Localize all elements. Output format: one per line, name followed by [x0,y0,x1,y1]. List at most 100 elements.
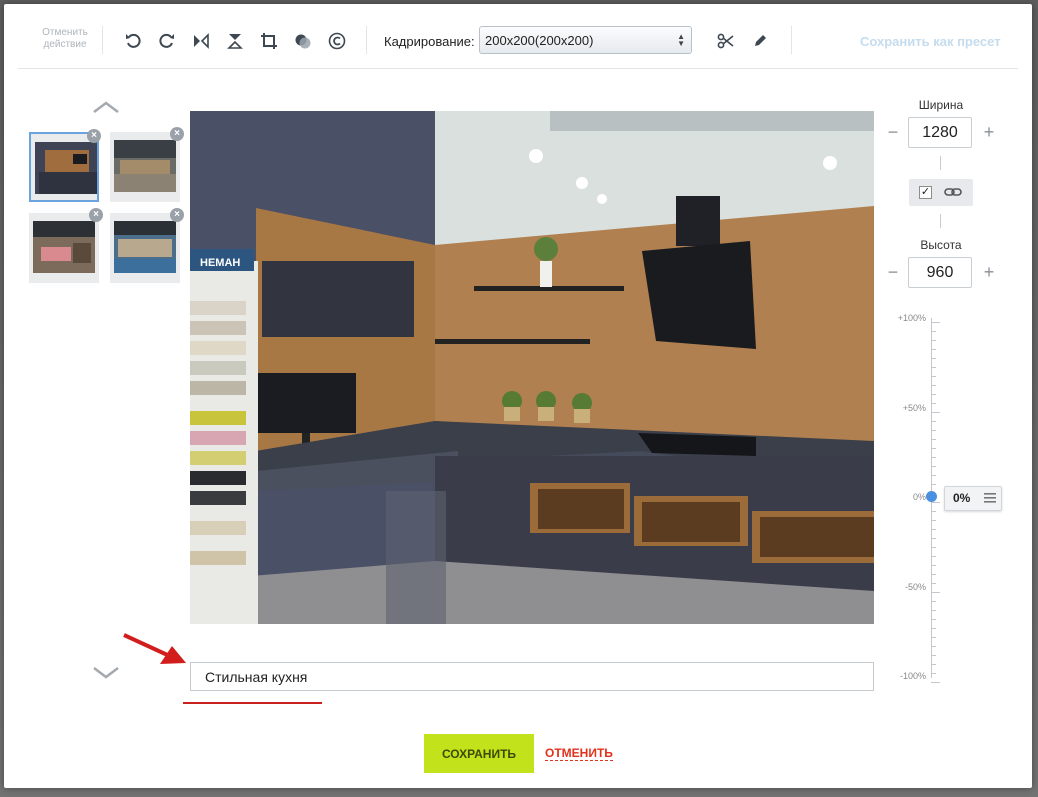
scale-tick [931,592,940,593]
thumbnail-image [114,221,176,273]
scale-tick [931,646,936,647]
filter-icon[interactable] [292,30,314,52]
scale-tick [931,682,940,683]
scale-tick [931,340,936,341]
caption-input[interactable] [190,662,874,691]
scale-tick [931,439,936,440]
height-field[interactable]: 960 [908,257,972,288]
thumbnail-image [114,140,176,192]
thumbnail-image [35,142,97,194]
scale-tick [931,385,936,386]
select-arrows-icon: ▲ ▼ [677,32,685,48]
scale-tick [931,331,936,332]
height-decrease-button[interactable]: − [886,263,900,281]
remove-thumbnail-icon[interactable]: × [89,208,103,222]
remove-thumbnail-icon[interactable]: × [170,208,184,222]
chain-link-icon [944,188,962,196]
height-increase-button[interactable]: + [982,263,996,281]
scale-value: 0% [953,491,971,505]
thumbnail-kitchen-dark[interactable]: × [29,129,101,202]
scale-tick [931,547,936,548]
remove-thumbnail-icon[interactable]: × [87,129,101,143]
width-field[interactable]: 1280 [908,117,972,148]
scale-tick [931,511,936,512]
scale-tick [931,529,936,530]
image-editor-dialog: Отменить действие Кадрирование: 200x200(… [4,4,1032,788]
link-line [940,214,941,228]
undo-action-button[interactable]: Отменить действие [37,27,93,51]
scale-slider-handle[interactable] [926,491,937,502]
scale-tick [931,466,936,467]
scale-value-box[interactable]: 0% [944,486,1002,511]
scale-tick [931,403,936,404]
copyright-icon[interactable] [326,30,348,52]
scale-tick [931,628,936,629]
scale-tick [931,475,936,476]
scale-tick [931,601,936,602]
scale-label: +50% [902,403,926,413]
caption-underline [183,702,322,704]
menu-icon[interactable] [984,493,996,503]
scale-tick [931,412,940,413]
scale-tick [931,610,936,611]
width-label: Ширина [918,98,964,112]
scale-label: 0% [912,492,926,502]
toolbar-divider [366,26,367,54]
link-line [940,156,941,170]
scale-tick [931,574,936,575]
pencil-icon[interactable] [749,30,771,52]
scale-tick [931,457,936,458]
scale-label: -100% [899,671,926,681]
crop-select[interactable]: 200x200(200x200) ▲ ▼ [479,26,692,54]
scale-label: -50% [904,582,926,592]
scissors-icon[interactable] [715,30,737,52]
scale-tick [931,421,936,422]
scale-tick [931,484,936,485]
save-button[interactable]: СОХРАНИТЬ [424,734,534,773]
crop-select-value: 200x200(200x200) [485,33,594,48]
flip-horizontal-icon[interactable] [190,30,212,52]
scale-tick [931,565,936,566]
scale-tick [931,520,936,521]
scale-tick [931,673,936,674]
scale-tick [931,430,936,431]
width-increase-button[interactable]: + [982,123,996,141]
scale-tick [931,583,936,584]
scale-tick [931,448,936,449]
thumbs-scroll-down-icon[interactable] [92,666,120,680]
red-arrow-icon [123,633,186,664]
thumbnail-image [33,221,95,273]
kitchen-photo: НЕМАН [190,111,874,624]
scale-tick [931,637,936,638]
brand-sign-text: НЕМАН [200,257,240,269]
thumbnail-exhibition-stand[interactable]: × [110,208,184,283]
scale-tick [931,664,936,665]
width-decrease-button[interactable]: − [886,123,900,141]
crop-icon[interactable] [258,30,280,52]
toolbar-divider [791,26,792,54]
scale-tick [931,358,936,359]
redo-icon[interactable] [156,30,178,52]
save-as-preset-button[interactable]: Сохранить как пресет [860,34,1001,49]
crop-label: Кадрирование: [384,34,475,49]
thumbnail-showroom-hall[interactable]: × [110,127,184,202]
remove-thumbnail-icon[interactable]: × [170,127,184,141]
flip-vertical-icon[interactable] [224,30,246,52]
scale-tick [931,394,936,395]
thumbnail-lounge-pink[interactable]: × [29,208,103,283]
scale-tick [931,502,940,503]
scale-tick [931,322,940,323]
scale-tick [931,556,936,557]
main-photo[interactable]: НЕМАН [190,111,874,624]
height-label: Высота [920,238,962,252]
scale-tick [931,538,936,539]
undo-icon[interactable] [122,30,144,52]
aspect-lock-checkbox[interactable]: ✓ [919,186,932,199]
aspect-lock-toggle[interactable]: ✓ [909,179,973,206]
thumbs-scroll-up-icon[interactable] [92,100,120,114]
scale-tick [931,376,936,377]
cancel-button[interactable]: ОТМЕНИТЬ [545,746,613,761]
scale-tick [931,619,936,620]
scale-tick [931,655,936,656]
scale-tick [931,367,936,368]
